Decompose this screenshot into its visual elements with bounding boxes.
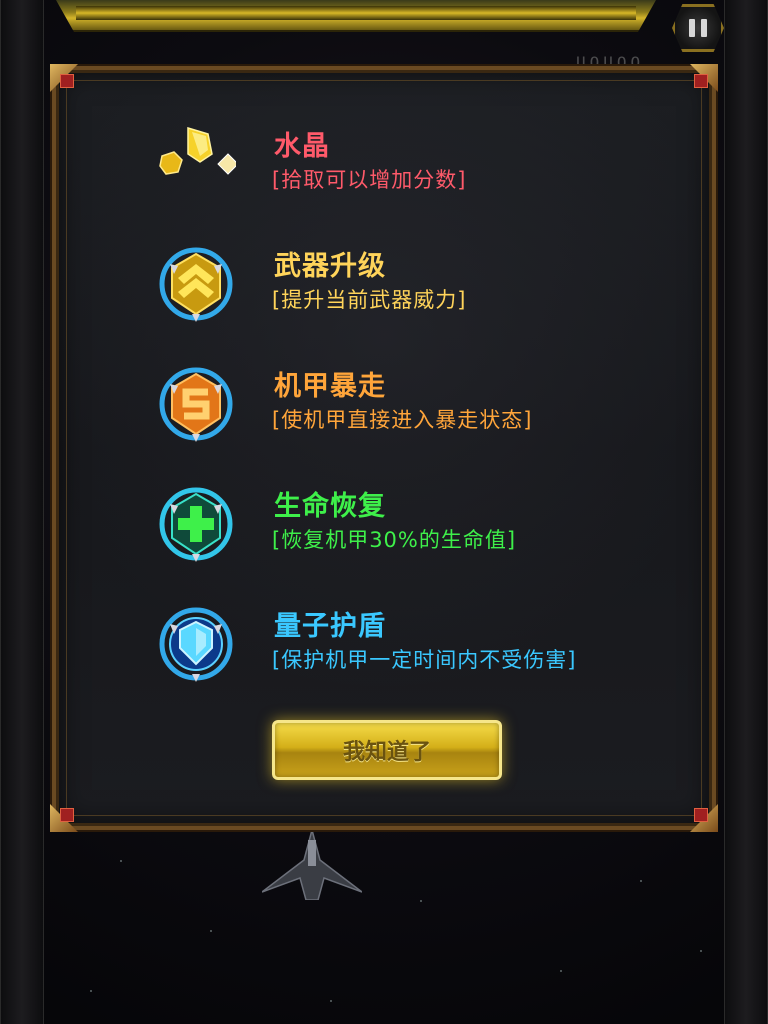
quantum-shield-icon [159, 607, 233, 682]
pause-button[interactable] [672, 4, 724, 52]
powerup-item-mech-rampage: 机甲暴走 [使机甲直接进入暴走状态] [156, 364, 656, 454]
item-description: [拾取可以增加分数] [272, 168, 467, 192]
item-title: 量子护盾 [274, 611, 386, 642]
powerup-item-quantum-shield: 量子护盾 [保护机甲一定时间内不受伤害] [156, 604, 656, 694]
crystal-icon [159, 126, 236, 175]
frame-corner-gem [694, 808, 708, 822]
powerup-item-health-restore: 生命恢复 [恢复机甲30%的生命值] [156, 484, 656, 574]
powerup-item-crystal: 水晶 [拾取可以增加分数] [156, 124, 656, 214]
star [420, 900, 422, 902]
top-status-bar-fill [76, 6, 636, 20]
star [330, 1000, 332, 1002]
powerup-item-weapon-upgrade: 武器升级 [提升当前武器威力] [156, 244, 656, 334]
frame-corner-gem [60, 808, 74, 822]
powerup-info-dialog: 水晶 [拾取可以增加分数] 武器升级 [提升当前武器威力] 机甲暴走 [使机甲直… [50, 64, 718, 832]
right-frame-rail [724, 0, 768, 1024]
item-title: 机甲暴走 [274, 371, 386, 402]
item-description: [提升当前武器威力] [272, 288, 467, 312]
item-title: 武器升级 [274, 251, 386, 282]
star [560, 970, 562, 972]
item-description: [保护机甲一定时间内不受伤害] [272, 648, 577, 672]
confirm-button-label: 我知道了 [342, 740, 431, 765]
star [640, 880, 642, 882]
star [120, 860, 122, 862]
star [90, 990, 92, 992]
item-description: [使机甲直接进入暴走状态] [272, 408, 533, 432]
top-status-bar [56, 0, 656, 32]
mech-rampage-icon [159, 367, 233, 442]
pause-icon [689, 19, 707, 37]
frame-corner-gem [694, 74, 708, 88]
health-restore-icon [159, 487, 233, 562]
star [210, 930, 212, 932]
item-title: 生命恢复 [274, 491, 386, 522]
frame-corner-gem [60, 74, 74, 88]
star [700, 950, 702, 952]
item-description: [恢复机甲30%的生命值] [272, 528, 517, 552]
player-ship [262, 830, 362, 900]
item-title: 水晶 [274, 131, 330, 162]
confirm-button[interactable]: 我知道了 [272, 720, 502, 780]
weapon-upgrade-icon [159, 247, 233, 322]
left-frame-rail [0, 0, 44, 1024]
